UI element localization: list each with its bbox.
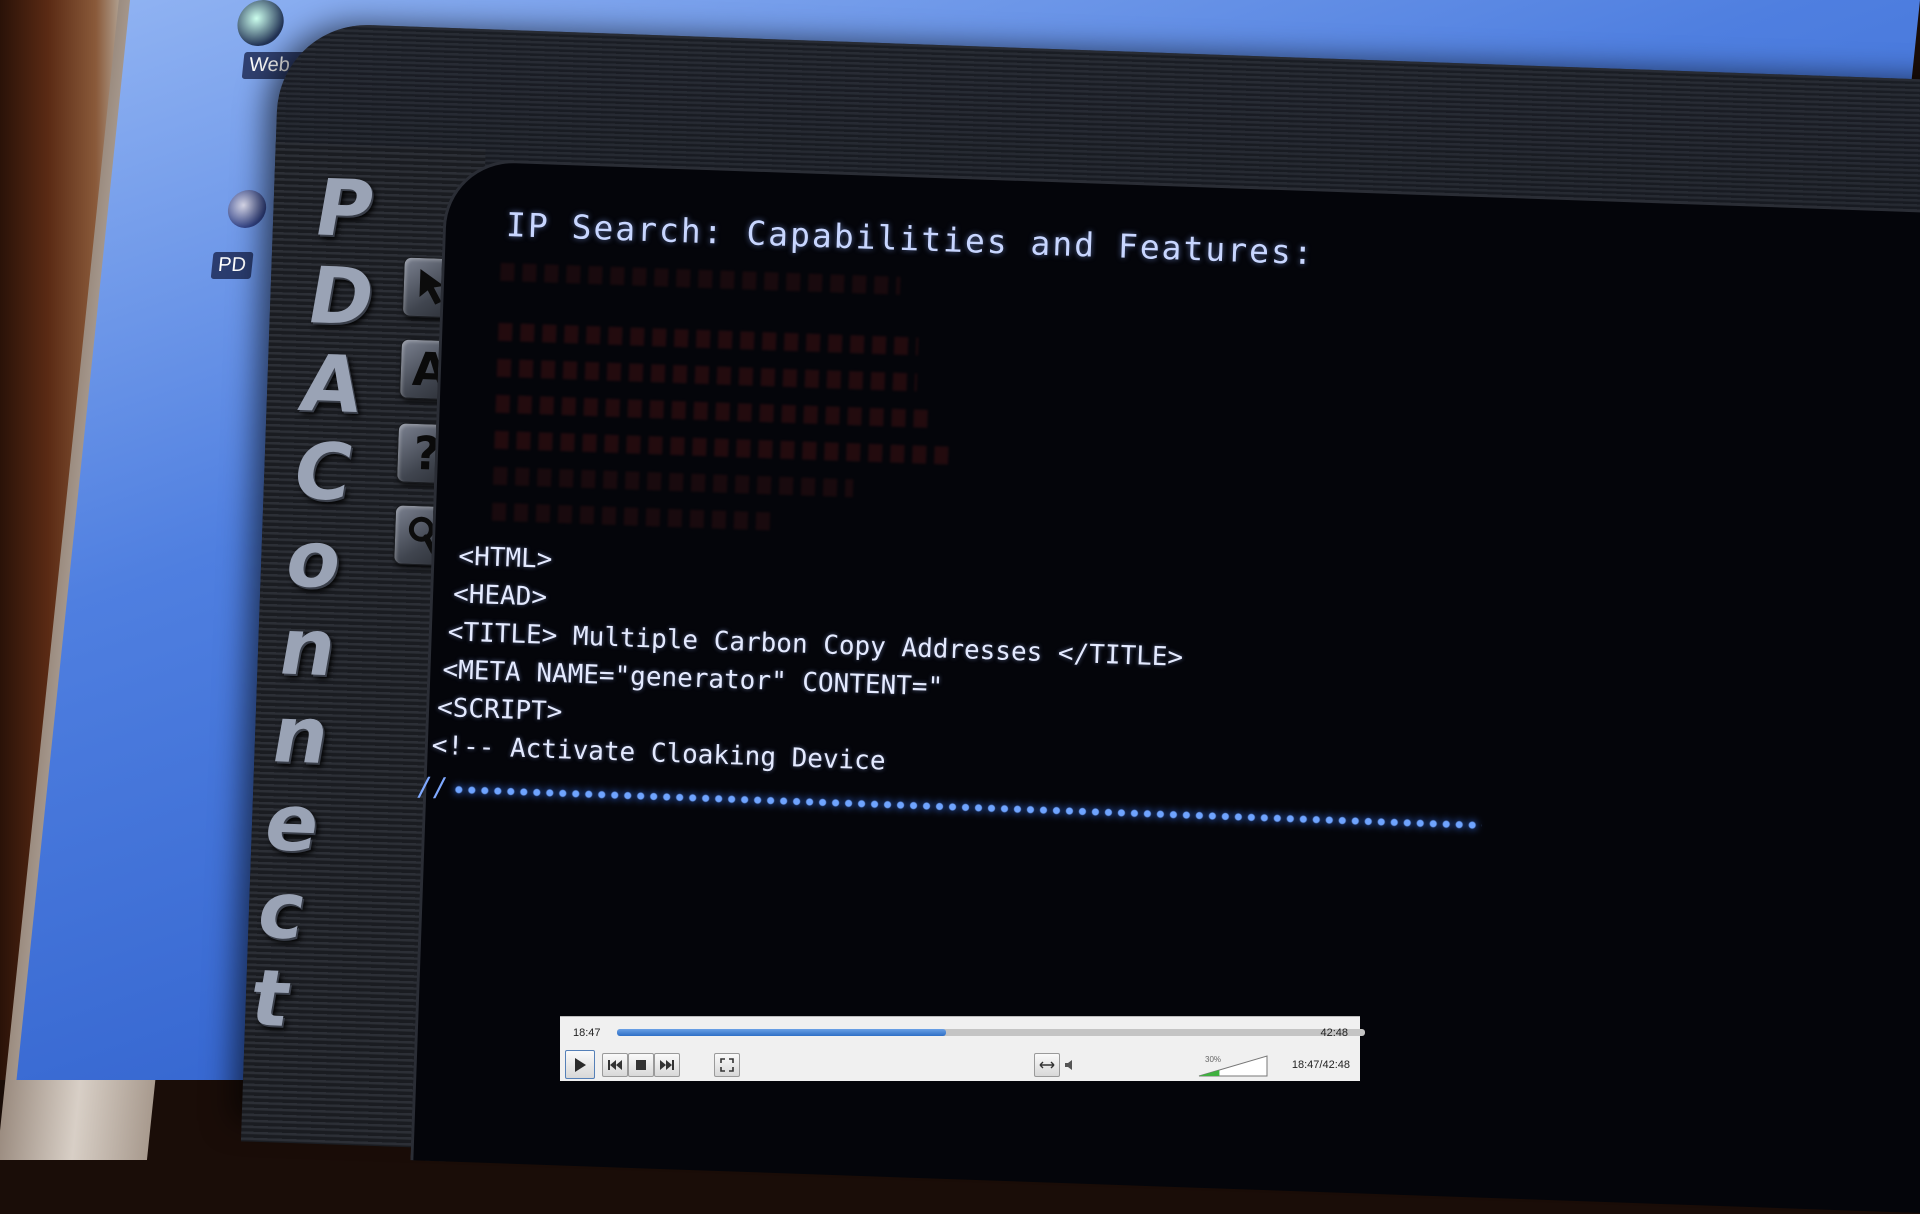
media-player-controls: 18:47 42:48 30% 18:47/42:48 <box>560 1016 1365 1081</box>
play-icon <box>575 1057 586 1072</box>
pda-icon[interactable] <box>226 190 269 228</box>
brand-letter: o <box>279 514 349 607</box>
dots-prefix: // <box>415 772 449 804</box>
next-button[interactable] <box>654 1053 680 1077</box>
elapsed-time: 18:47 <box>573 1027 601 1039</box>
faint-text-line <box>498 322 919 356</box>
seek-bar-fill <box>617 1029 947 1036</box>
brand-letter: n <box>265 690 337 782</box>
web-browser-icon[interactable] <box>235 0 286 46</box>
faint-text-line <box>492 466 854 498</box>
brand-letter: A <box>293 339 370 431</box>
volume-slider[interactable] <box>1197 1054 1269 1078</box>
faint-text-line <box>500 262 901 295</box>
total-time: 42:48 <box>1320 1027 1348 1039</box>
stop-icon <box>636 1060 646 1070</box>
stretch-icon <box>1039 1061 1055 1069</box>
skip-forward-icon <box>660 1060 674 1070</box>
elapsed-total-time: 18:47/42:48 <box>1291 1059 1350 1071</box>
dotted-progress-line <box>452 783 1482 832</box>
brand-letter: t <box>244 953 298 1045</box>
faint-text-line <box>494 430 955 465</box>
seek-bar[interactable] <box>617 1029 1365 1036</box>
code-line-html: <HTML> <box>457 541 553 575</box>
code-line-head: <HEAD> <box>452 579 548 613</box>
brand-letter: C <box>286 427 360 519</box>
skip-back-icon <box>608 1060 622 1070</box>
faint-text-line <box>495 394 936 429</box>
code-line-comment: <!-- Activate Cloaking Device <box>431 730 887 777</box>
play-button[interactable] <box>565 1050 595 1079</box>
pda-connect-window: PDAConnect A ? IP Search: Capabilities a… <box>240 22 1920 1214</box>
previous-button[interactable] <box>602 1053 628 1077</box>
brand-letter: n <box>272 602 344 695</box>
page-heading: IP Search: Capabilities and Features: <box>505 205 1316 273</box>
aspect-ratio-button[interactable] <box>1034 1053 1060 1077</box>
faint-text-line <box>496 358 918 392</box>
brand-letter: c <box>251 866 314 958</box>
desktop-icon-label[interactable]: PD <box>210 252 254 279</box>
brand-letter: e <box>258 778 327 870</box>
brand-letter: D <box>300 251 382 344</box>
speaker-icon[interactable] <box>1064 1059 1076 1071</box>
stop-button[interactable] <box>628 1053 654 1077</box>
fullscreen-icon <box>720 1058 734 1072</box>
brand-letter: P <box>307 163 381 256</box>
code-line-script: <SCRIPT> <box>436 692 563 728</box>
faint-text-line <box>491 502 773 531</box>
fullscreen-button[interactable] <box>714 1053 740 1077</box>
